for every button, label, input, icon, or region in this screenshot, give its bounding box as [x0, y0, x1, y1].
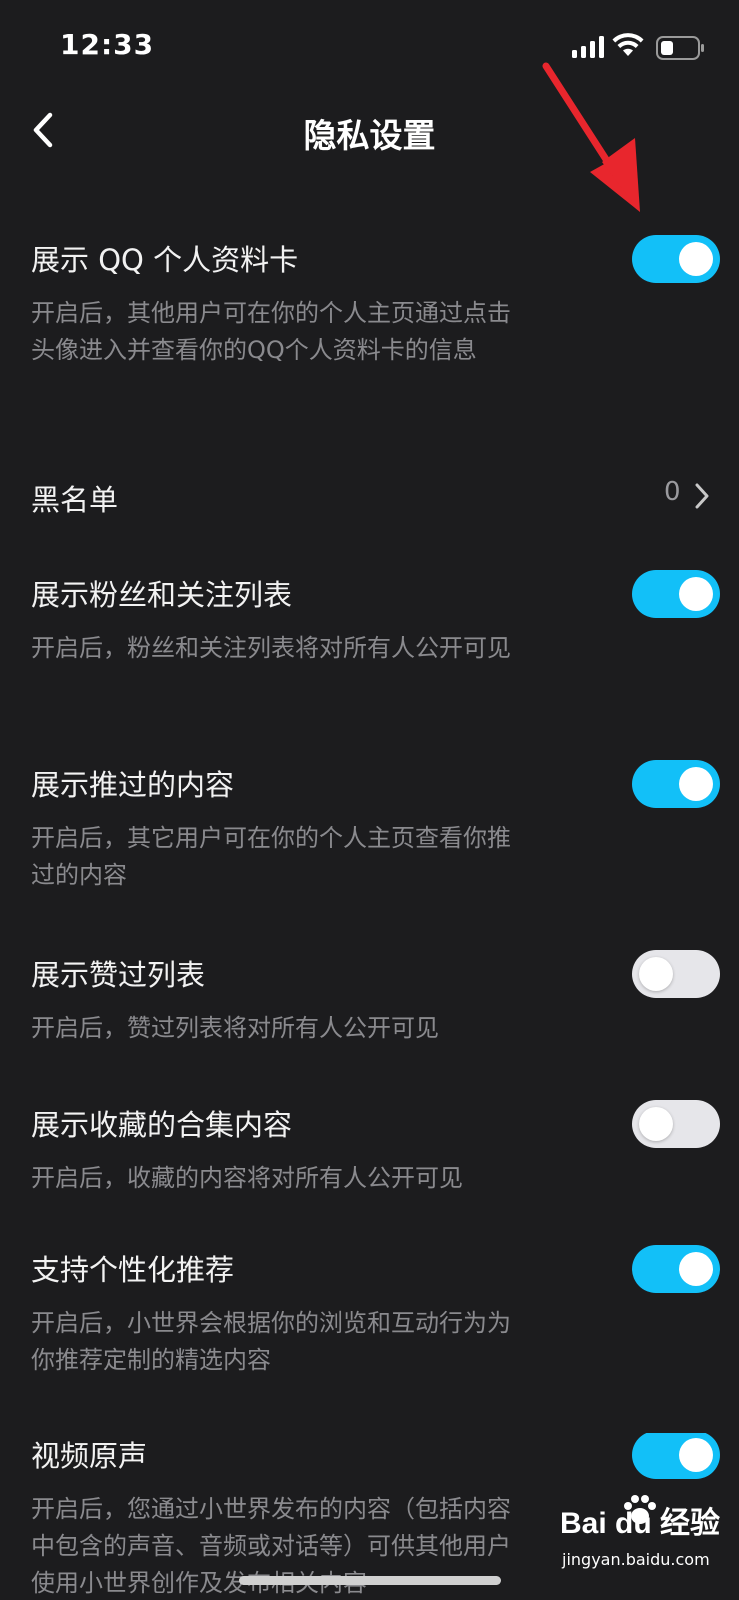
setting-title: 展示粉丝和关注列表 [31, 578, 293, 612]
setting-title: 展示赞过列表 [31, 958, 206, 992]
qq-profile-card-toggle[interactable] [632, 235, 720, 283]
setting-fans-follow-list: 展示粉丝和关注列表 开启后，粉丝和关注列表将对所有人公开可见 [0, 570, 739, 712]
setting-title: 视频原声 [31, 1439, 148, 1473]
watermark: Bai du 经验 jingyan.baidu.com [560, 1490, 735, 1590]
toggle-knob [639, 1107, 673, 1141]
pushed-content-toggle[interactable] [632, 760, 720, 808]
annotation-arrow-icon [542, 62, 640, 212]
chevron-right-icon [695, 483, 709, 509]
setting-description: 开启后，粉丝和关注列表将对所有人公开可见 [31, 634, 511, 662]
setting-pushed-content: 展示推过的内容 开启后，其它用户可在你的个人主页查看你推过的内容 [0, 760, 739, 902]
setting-personalized-recommendation: 支持个性化推荐 开启后，小世界会根据你的浏览和互动行为为你推荐定制的精选内容 [0, 1245, 739, 1387]
liked-list-toggle[interactable] [632, 950, 720, 998]
setting-qq-profile-card: 展示 QQ 个人资料卡 开启后，其他用户可在你的个人主页通过点击头像进入并查看你… [0, 235, 739, 412]
toggle-knob [679, 1438, 713, 1472]
cellular-signal-icon [572, 36, 604, 58]
setting-collected-albums: 展示收藏的合集内容 开启后，收藏的内容将对所有人公开可见 [0, 1100, 739, 1202]
setting-blacklist[interactable]: 黑名单 0 [0, 477, 739, 527]
setting-title: 展示推过的内容 [31, 768, 235, 802]
video-original-sound-toggle[interactable] [632, 1433, 720, 1479]
setting-description: 开启后，其它用户可在你的个人主页查看你推过的内容 [31, 824, 511, 889]
setting-description: 开启后，小世界会根据你的浏览和互动行为为你推荐定制的精选内容 [31, 1309, 511, 1374]
toggle-knob [679, 1252, 713, 1286]
home-indicator [239, 1576, 501, 1585]
setting-title: 支持个性化推荐 [31, 1253, 235, 1287]
toggle-knob [639, 957, 673, 991]
setting-description: 开启后，其他用户可在你的个人主页通过点击头像进入并查看你的QQ个人资料卡的信息 [31, 299, 511, 364]
setting-description: 开启后，收藏的内容将对所有人公开可见 [31, 1164, 463, 1192]
fans-follow-list-toggle[interactable] [632, 570, 720, 618]
blacklist-count: 0 [664, 477, 681, 507]
paw-icon [624, 1495, 656, 1524]
setting-description: 开启后，赞过列表将对所有人公开可见 [31, 1014, 439, 1042]
toggle-knob [679, 577, 713, 611]
battery-icon [656, 36, 704, 60]
toggle-knob [679, 242, 713, 276]
collected-albums-toggle[interactable] [632, 1100, 720, 1148]
wifi-icon [612, 33, 644, 56]
setting-title: 展示 QQ 个人资料卡 [31, 243, 299, 277]
setting-title: 展示收藏的合集内容 [31, 1108, 293, 1142]
setting-liked-list: 展示赞过列表 开启后，赞过列表将对所有人公开可见 [0, 950, 739, 1052]
setting-title: 黑名单 [31, 483, 119, 517]
status-time: 12:33 [60, 28, 155, 61]
personalized-recommendation-toggle[interactable] [632, 1245, 720, 1293]
toggle-knob [679, 767, 713, 801]
watermark-url: jingyan.baidu.com [562, 1550, 710, 1569]
